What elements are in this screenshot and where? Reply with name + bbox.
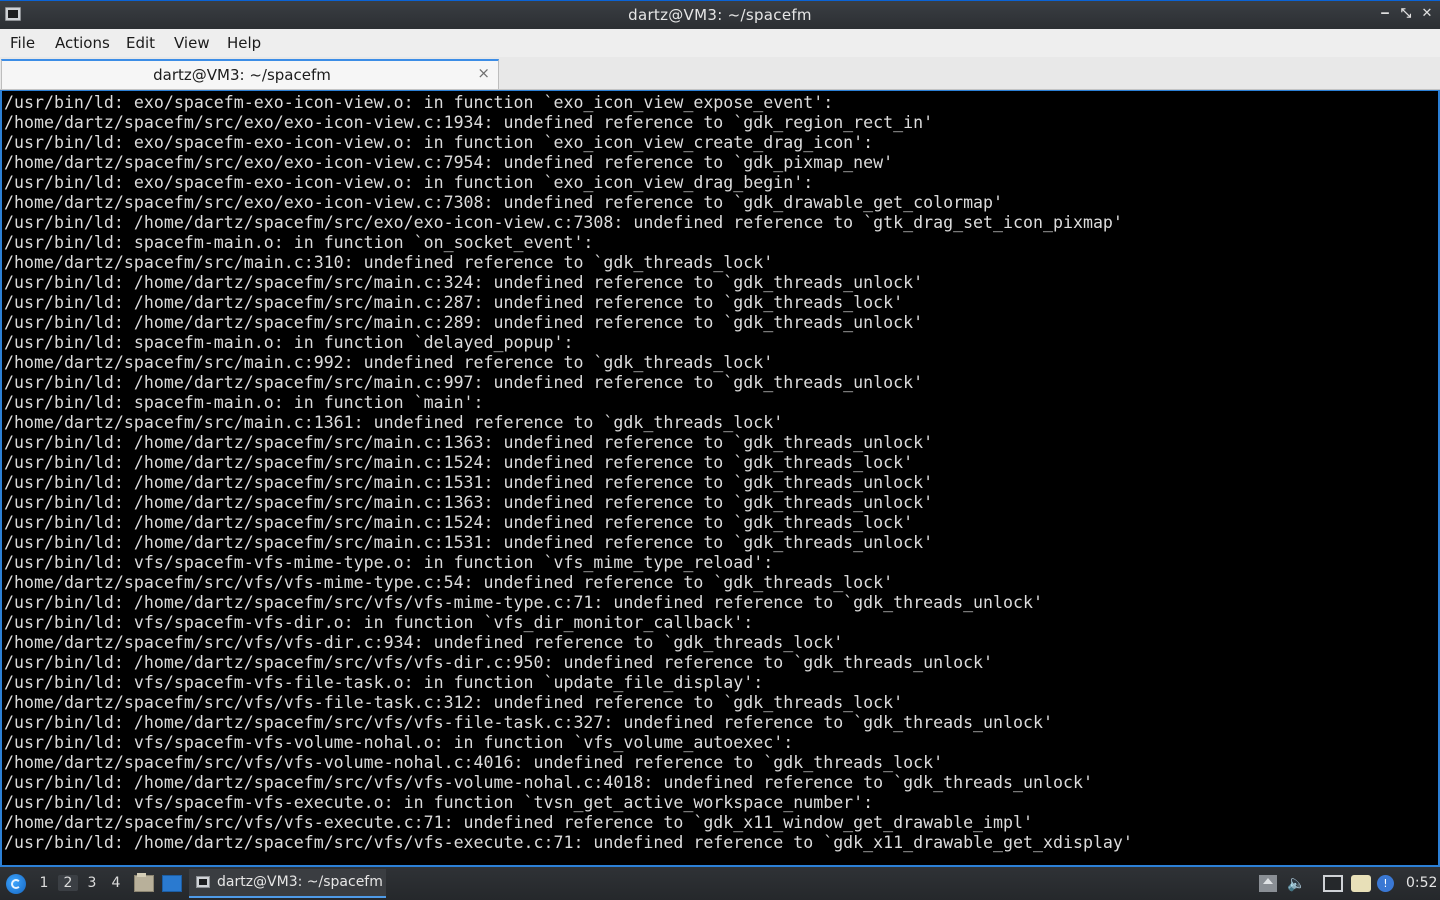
task-label: dartz@VM3: ~/spacefm [217, 874, 383, 890]
terminal-line: /home/dartz/spacefm/src/vfs/vfs-execute.… [4, 813, 1033, 832]
close-icon[interactable]: ✕ [1418, 5, 1436, 23]
volume-icon[interactable]: 🔈 [1287, 875, 1307, 892]
tab-bar: dartz@VM3: ~/spacefm × [0, 57, 1440, 90]
file-manager-icon[interactable] [134, 873, 154, 892]
terminal-line: /usr/bin/ld: /home/dartz/spacefm/src/vfs… [4, 593, 1043, 612]
maximize-icon[interactable]: ⤡ [1397, 5, 1415, 23]
terminal-output: /usr/bin/ld: exo/spacefm-exo-icon-view.o… [4, 93, 1133, 853]
workspace-1-button[interactable]: 1 [34, 875, 54, 891]
terminal-line: /usr/bin/ld: /home/dartz/spacefm/src/mai… [4, 433, 934, 452]
menu-edit[interactable]: Edit [126, 34, 155, 52]
terminal-line: /home/dartz/spacefm/src/exo/exo-icon-vie… [4, 113, 934, 132]
terminal-line: /usr/bin/ld: /home/dartz/spacefm/src/vfs… [4, 833, 1133, 852]
window-titlebar[interactable]: dartz@VM3: ~/spacefm ‒ ⤡ ✕ [0, 0, 1440, 29]
terminal-line: /usr/bin/ld: vfs/spacefm-vfs-dir.o: in f… [4, 613, 754, 632]
terminal-line: /home/dartz/spacefm/src/vfs/vfs-mime-typ… [4, 573, 894, 592]
terminal-line: /usr/bin/ld: exo/spacefm-exo-icon-view.o… [4, 173, 814, 192]
clipboard-icon[interactable] [1351, 875, 1371, 892]
network-icon[interactable] [1323, 875, 1343, 892]
terminal-line: /home/dartz/spacefm/src/vfs/vfs-dir.c:93… [4, 633, 844, 652]
terminal-line: /usr/bin/ld: /home/dartz/spacefm/src/vfs… [4, 773, 1093, 792]
terminal-line: /usr/bin/ld: /home/dartz/spacefm/src/exo… [4, 213, 1123, 232]
terminal-line: /usr/bin/ld: /home/dartz/spacefm/src/vfs… [4, 653, 994, 672]
terminal-line: /home/dartz/spacefm/src/exo/exo-icon-vie… [4, 193, 1004, 212]
terminal-tab[interactable]: dartz@VM3: ~/spacefm × [1, 59, 499, 89]
terminal-line: /home/dartz/spacefm/src/main.c:1361: und… [4, 413, 784, 432]
tab-label: dartz@VM3: ~/spacefm [153, 66, 331, 84]
terminal-line: /usr/bin/ld: exo/spacefm-exo-icon-view.o… [4, 93, 834, 112]
terminal-line: /usr/bin/ld: /home/dartz/spacefm/src/vfs… [4, 713, 1053, 732]
tab-close-icon[interactable]: × [477, 64, 490, 82]
terminal-line: /usr/bin/ld: /home/dartz/spacefm/src/mai… [4, 473, 934, 492]
terminal-line: /usr/bin/ld: spacefm-main.o: in function… [4, 393, 484, 412]
menu-help[interactable]: Help [227, 34, 261, 52]
terminal-line: /usr/bin/ld: spacefm-main.o: in function… [4, 333, 574, 352]
terminal-line: /usr/bin/ld: /home/dartz/spacefm/src/mai… [4, 493, 934, 512]
workspace-4-button[interactable]: 4 [106, 875, 126, 891]
terminal-line: /usr/bin/ld: /home/dartz/spacefm/src/mai… [4, 293, 904, 312]
terminal-line: /home/dartz/spacefm/src/vfs/vfs-file-tas… [4, 693, 904, 712]
terminal-line: /home/dartz/spacefm/src/main.c:992: unde… [4, 353, 774, 372]
menu-view[interactable]: View [174, 34, 210, 52]
terminal-line: /usr/bin/ld: /home/dartz/spacefm/src/mai… [4, 373, 924, 392]
terminal-line: /usr/bin/ld: exo/spacefm-exo-icon-view.o… [4, 133, 874, 152]
taskbar: 1 2 3 4 dartz@VM3: ~/spacefm 🔈 ! 0:52 [0, 867, 1440, 900]
terminal-line: /home/dartz/spacefm/src/exo/exo-icon-vie… [4, 153, 894, 172]
terminal-line: /home/dartz/spacefm/src/vfs/vfs-volume-n… [4, 753, 944, 772]
update-notifier-icon[interactable]: ! [1377, 875, 1394, 892]
terminal-view[interactable]: /usr/bin/ld: exo/spacefm-exo-icon-view.o… [0, 90, 1440, 867]
workspace-3-button[interactable]: 3 [82, 875, 102, 891]
clock[interactable]: 0:52 [1406, 875, 1437, 891]
window-title: dartz@VM3: ~/spacefm [628, 6, 812, 24]
terminal-line: /usr/bin/ld: vfs/spacefm-vfs-file-task.o… [4, 673, 764, 692]
terminal-line: /usr/bin/ld: /home/dartz/spacefm/src/mai… [4, 533, 934, 552]
terminal-line: /home/dartz/spacefm/src/main.c:310: unde… [4, 253, 774, 272]
terminal-line: /usr/bin/ld: /home/dartz/spacefm/src/mai… [4, 513, 914, 532]
terminal-line: /usr/bin/ld: /home/dartz/spacefm/src/mai… [4, 273, 924, 292]
terminal-line: /usr/bin/ld: spacefm-main.o: in function… [4, 233, 594, 252]
lxqt-menu-icon[interactable] [6, 874, 26, 894]
minimize-icon[interactable]: ‒ [1376, 5, 1394, 23]
menu-file[interactable]: File [10, 34, 35, 52]
taskbar-task-terminal[interactable]: dartz@VM3: ~/spacefm [189, 869, 386, 898]
terminal-icon [196, 876, 210, 888]
terminal-line: /usr/bin/ld: /home/dartz/spacefm/src/mai… [4, 313, 924, 332]
terminal-line: /usr/bin/ld: vfs/spacefm-vfs-execute.o: … [4, 793, 874, 812]
workspace-2-button[interactable]: 2 [58, 875, 78, 891]
terminal-line: /usr/bin/ld: vfs/spacefm-vfs-volume-noha… [4, 733, 794, 752]
show-desktop-icon[interactable] [162, 875, 182, 892]
menubar: File Actions Edit View Help [0, 29, 1440, 57]
menu-actions[interactable]: Actions [55, 34, 110, 52]
terminal-line: /usr/bin/ld: vfs/spacefm-vfs-mime-type.o… [4, 553, 774, 572]
eject-icon[interactable] [1259, 875, 1277, 892]
terminal-line: /usr/bin/ld: /home/dartz/spacefm/src/mai… [4, 453, 914, 472]
